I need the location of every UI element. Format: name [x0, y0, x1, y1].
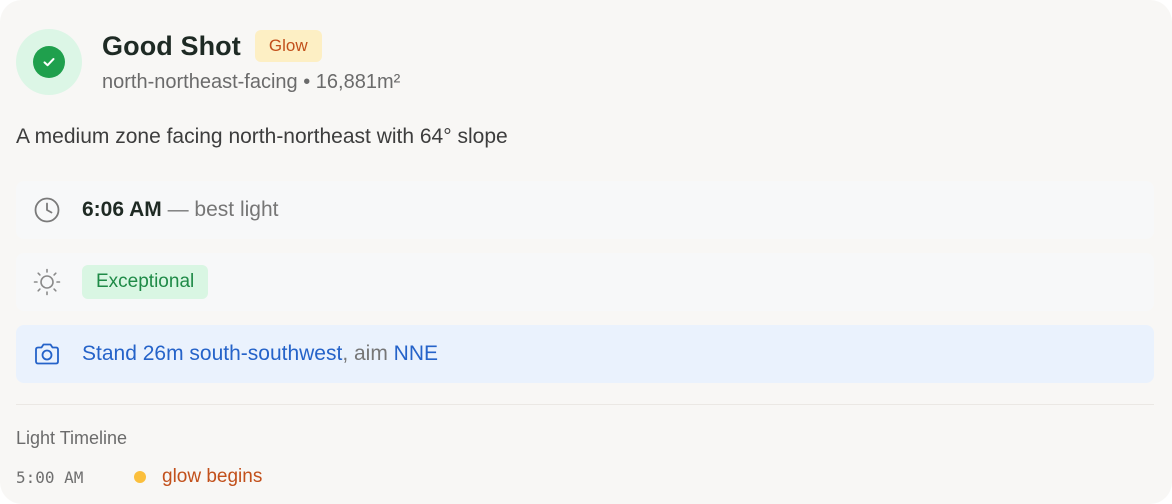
position-text: Stand 26m south-southwest , aim NNE [82, 342, 438, 366]
exceptional-badge: Exceptional [82, 265, 209, 299]
title-row: Good Shot Glow [102, 29, 400, 63]
aim-label: , aim [342, 342, 394, 365]
card-subtitle: north-northeast-facing • 16,881m² [102, 71, 401, 93]
timeline-event-label: glow begins [162, 466, 263, 487]
camera-icon [32, 339, 62, 369]
card-title: Good Shot [102, 30, 241, 61]
timeline-title: Light Timeline [16, 428, 128, 448]
spot-card: Good Shot Glow north-northeast-facing • … [0, 0, 1172, 504]
header-text: Good Shot Glow north-northeast-facing • … [102, 29, 400, 94]
section-divider [16, 404, 1154, 405]
card-header: Good Shot Glow north-northeast-facing • … [16, 29, 400, 95]
check-icon [33, 46, 65, 78]
timeline-event-time: 5:00 AM [16, 467, 84, 487]
zone-description: A medium zone facing north-northeast wit… [16, 125, 508, 148]
glow-badge: Glow [254, 30, 322, 62]
timeline-dot-icon [134, 471, 146, 483]
clock-icon [32, 195, 62, 225]
status-indicator [16, 29, 82, 95]
timeline-event: 5:00 AM glow begins [16, 466, 262, 488]
best-light-time: 6:06 AM [82, 198, 162, 221]
quality-content: Exceptional [82, 265, 209, 299]
position-row: Stand 26m south-southwest , aim NNE [16, 325, 1154, 383]
sun-icon [32, 267, 62, 297]
aim-direction: NNE [393, 342, 439, 365]
best-light-label: — best light [161, 198, 279, 221]
best-light-row: 6:06 AM — best light [16, 181, 1154, 239]
best-light-text: 6:06 AM — best light [82, 198, 278, 222]
stand-location: Stand 26m south-southwest [82, 342, 343, 365]
quality-row: Exceptional [16, 253, 1154, 311]
